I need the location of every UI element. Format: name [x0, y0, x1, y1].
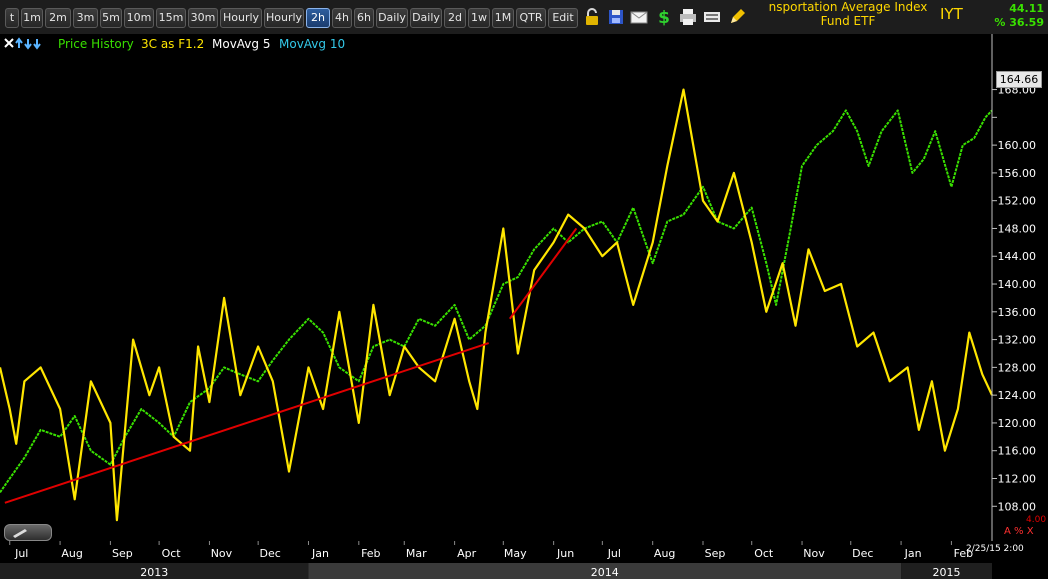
arrow-down-icon[interactable]: [24, 39, 32, 50]
x-tick-label: Nov: [803, 547, 825, 560]
x-tick-label: Mar: [406, 547, 427, 560]
print-icon[interactable]: [678, 7, 698, 27]
x-tick-label: Oct: [162, 547, 182, 560]
mail-icon[interactable]: [629, 7, 649, 27]
timeframe-button-1m[interactable]: 1m: [21, 8, 43, 28]
legend-controls: [4, 37, 41, 50]
x-tick-label: Aug: [654, 547, 675, 560]
y-tick-label: 128.00: [998, 361, 1037, 374]
y-tick-label: 148.00: [998, 222, 1037, 235]
timeframe-button-2h[interactable]: 2h: [306, 8, 330, 28]
x-tick-label: Aug: [61, 547, 82, 560]
timeframe-button-1M[interactable]: 1M: [492, 8, 514, 28]
symbol-label: IYT: [940, 5, 963, 23]
keyboard-icon[interactable]: [702, 7, 722, 27]
year-label: 2015: [933, 566, 961, 579]
timeframe-button-hourly-2[interactable]: Hourly: [264, 8, 304, 28]
y-tick-label: 124.00: [998, 389, 1037, 402]
timeframe-button-daily[interactable]: Daily: [376, 8, 408, 28]
y-tick-label: 140.00: [998, 278, 1037, 291]
date-stamp: 2/25/15 2:00: [966, 544, 1024, 554]
instrument-title-line-2: Fund ETF: [820, 14, 876, 28]
timeframe-button-t[interactable]: t: [5, 8, 19, 28]
timeframe-button-15m[interactable]: 15m: [156, 8, 186, 28]
axis-mode-icons[interactable]: A % X: [1004, 526, 1034, 537]
arrow-down-icon-2[interactable]: [33, 39, 41, 50]
year-band: [308, 563, 902, 579]
timeframe-button-daily-2[interactable]: Daily: [410, 8, 442, 28]
arrow-up-icon[interactable]: [15, 37, 23, 48]
indicator-3c-line: [0, 88, 993, 522]
save-icon[interactable]: [606, 7, 626, 27]
legend-item-3c[interactable]: 3C as F1.2: [141, 36, 204, 52]
instrument-title-line-1: nsportation Average Index: [768, 0, 928, 14]
svg-text:$: $: [658, 8, 670, 27]
year-band: [0, 563, 309, 579]
toolbar: t 1m 2m 3m 5m 10m 15m 30m Hourly Hourly …: [0, 0, 1048, 34]
year-band: [901, 563, 992, 579]
trendline-1: [4, 342, 490, 504]
timeframe-button-10m[interactable]: 10m: [124, 8, 154, 28]
series-layer: [0, 88, 993, 522]
close-icon[interactable]: [4, 38, 14, 48]
x-tick-label: Oct: [754, 547, 774, 560]
dollar-icon[interactable]: $: [654, 7, 674, 27]
legend-item-movavg-5[interactable]: MovAvg 5: [212, 36, 270, 52]
timeframe-button-hourly[interactable]: Hourly: [220, 8, 262, 28]
x-tick-label: Dec: [852, 547, 873, 560]
top-right-percent: % 36.59: [994, 16, 1044, 29]
y-axis: 108.00 112.00 116.00 120.00 124.00 128.00 132.…: [991, 34, 1037, 541]
timeframe-button-qtr[interactable]: QTR: [516, 8, 546, 28]
x-tick-label: Sep: [705, 547, 726, 560]
x-tick-label: Jan: [904, 547, 922, 560]
y-tick-label: 112.00: [998, 472, 1037, 485]
timeframe-button-30m[interactable]: 30m: [188, 8, 218, 28]
y-tick-label: 132.00: [998, 334, 1037, 347]
x-tick-label: Nov: [211, 547, 233, 560]
price-history-line: [0, 109, 993, 493]
x-tick-label: Apr: [457, 547, 477, 560]
x-tick-label: Sep: [112, 547, 133, 560]
y-tick-label: 136.00: [998, 306, 1037, 319]
timeframe-button-6h[interactable]: 6h: [354, 8, 374, 28]
legend-item-movavg-10[interactable]: MovAvg 10: [279, 36, 345, 52]
edit-button[interactable]: Edit: [548, 8, 578, 28]
instrument-title: nsportation Average Index Fund ETF: [748, 0, 948, 28]
x-tick-label: Jun: [556, 547, 574, 560]
x-tick-label: Jan: [311, 547, 329, 560]
x-axis: Jul Aug Sep Oct Nov Dec Jan Feb Mar Apr May Jun Jul A…: [0, 541, 992, 579]
pencil-icon: [13, 529, 27, 538]
y-tick-label: 108.00: [998, 500, 1037, 513]
x-tick-label: May: [504, 547, 527, 560]
top-right-value: 44.11: [1009, 2, 1044, 15]
small-axis-label: 4.00: [1026, 515, 1047, 525]
current-price-box: 164.66: [996, 71, 1042, 88]
timeframe-button-5m[interactable]: 5m: [100, 8, 122, 28]
year-label: 2013: [140, 566, 168, 579]
timeframe-button-4h[interactable]: 4h: [332, 8, 352, 28]
x-tick-label: Jul: [607, 547, 621, 560]
x-tick-label: Jul: [14, 547, 28, 560]
x-tick-label: Dec: [259, 547, 280, 560]
y-tick-label: 116.00: [998, 445, 1037, 458]
year-label: 2014: [591, 566, 619, 579]
y-tick-label: 156.00: [998, 167, 1037, 180]
trendline-2: [508, 227, 578, 320]
timeframe-button-2m[interactable]: 2m: [45, 8, 71, 28]
y-tick-label: 144.00: [998, 250, 1037, 263]
pencil-icon[interactable]: [727, 7, 747, 27]
timeframe-button-1w[interactable]: 1w: [468, 8, 490, 28]
y-tick-label: 152.00: [998, 195, 1037, 208]
y-tick-label: 160.00: [998, 139, 1037, 152]
x-tick-label: Feb: [361, 547, 380, 560]
y-tick-label: 120.00: [998, 417, 1037, 430]
scroll-handle[interactable]: [4, 524, 52, 541]
timeframe-button-3m[interactable]: 3m: [73, 8, 98, 28]
lock-icon[interactable]: [582, 7, 602, 27]
price-chart: 108.00 112.00 116.00 120.00 124.00 128.00 132.…: [0, 34, 1037, 579]
timeframe-button-2d[interactable]: 2d: [444, 8, 466, 28]
chart-window: t 1m 2m 3m 5m 10m 15m 30m Hourly Hourly …: [0, 0, 1048, 579]
current-price-label: 164.66: [999, 73, 1039, 86]
legend-item-price-history[interactable]: Price History: [58, 36, 134, 52]
